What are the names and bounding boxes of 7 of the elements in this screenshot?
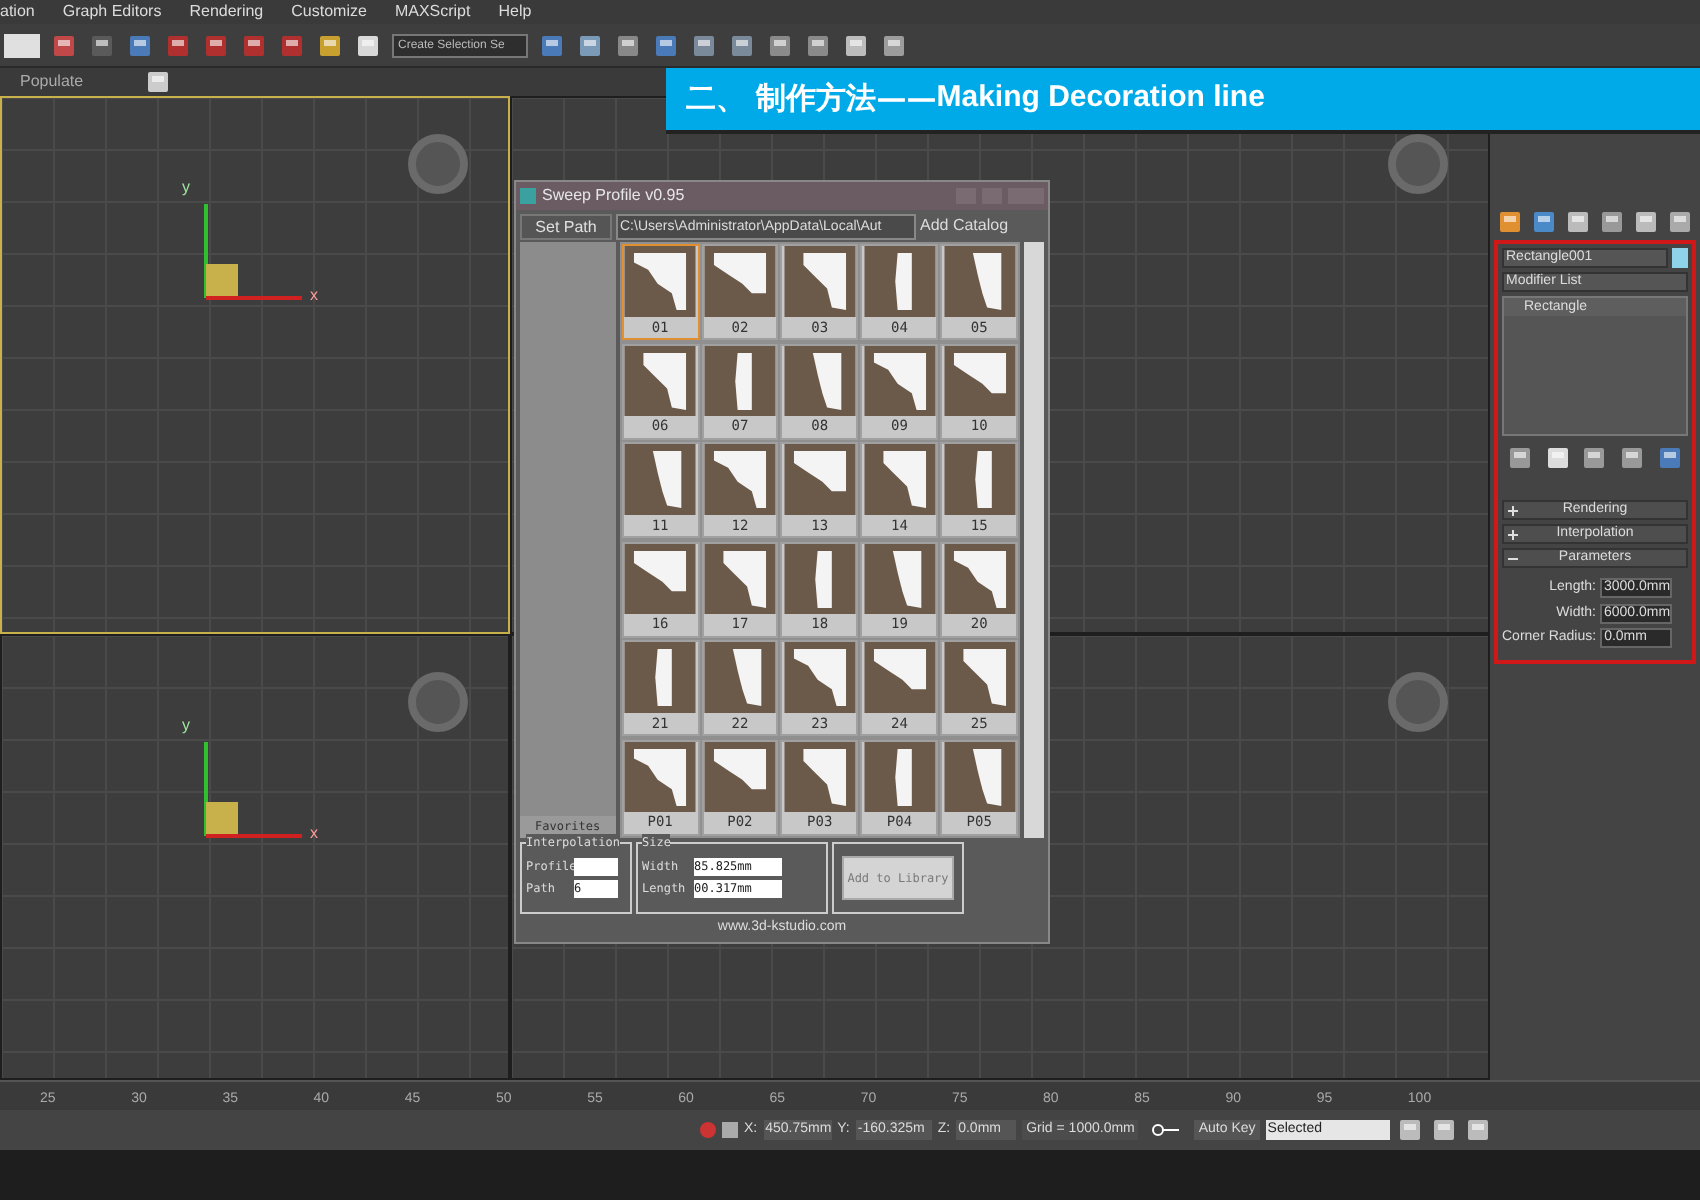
axis-label: x	[310, 822, 318, 846]
axis-label: y	[182, 176, 190, 200]
axis-label: y	[182, 714, 190, 738]
dialog-title: Sweep Profile v0.95	[542, 184, 687, 208]
banner-subtitle: Making Decoration line	[936, 78, 1265, 119]
axis-label: x	[310, 284, 318, 308]
banner-title: 二、 制作方法——	[686, 78, 937, 121]
